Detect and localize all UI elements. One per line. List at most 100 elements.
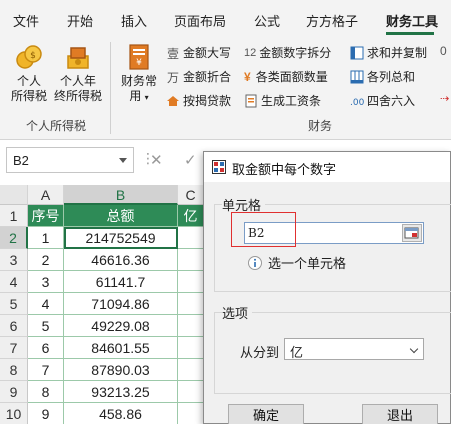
tab-insert[interactable]: 插入 xyxy=(121,11,147,30)
cancel-edit-icon[interactable]: ✕ xyxy=(150,151,163,169)
table-header-total[interactable]: 总额 xyxy=(64,205,178,227)
table-cell[interactable] xyxy=(178,381,204,403)
rounding-label: 四舍六入 xyxy=(367,94,416,108)
denomination-label: 各类面额数量 xyxy=(255,70,328,84)
table-cell[interactable] xyxy=(178,271,204,293)
sum-copy-icon xyxy=(350,46,364,59)
generate-payslip-button[interactable]: 生成工资条 xyxy=(244,92,321,109)
table-cell[interactable]: 8 xyxy=(28,381,64,403)
tab-finance-tools[interactable]: 财务工具 xyxy=(386,11,438,30)
table-cell[interactable]: 3 xyxy=(28,271,64,293)
row-header-3[interactable]: 3 xyxy=(0,249,28,271)
table-cell[interactable] xyxy=(178,293,204,315)
select-all-corner[interactable] xyxy=(0,185,28,205)
row-header-4[interactable]: 4 xyxy=(0,271,28,293)
house-icon xyxy=(167,95,179,106)
table-cell[interactable]: 9 xyxy=(28,403,64,424)
column-header-b[interactable]: B xyxy=(64,185,178,205)
table-cell[interactable]: 61141.7 xyxy=(64,271,178,293)
row-header-9[interactable]: 9 xyxy=(0,381,28,403)
table-cell[interactable] xyxy=(178,403,204,424)
row-header-10[interactable]: 10 xyxy=(0,403,28,424)
table-cell[interactable] xyxy=(178,227,204,249)
row-header-2[interactable]: 2 xyxy=(0,227,28,249)
table-cell[interactable]: 7 xyxy=(28,359,64,381)
amount-uppercase-button[interactable]: 壹 金额大写 xyxy=(166,44,231,61)
group-label-finance: 财务 xyxy=(308,119,333,133)
payslip-label: 生成工资条 xyxy=(261,94,322,108)
column-header-a[interactable]: A xyxy=(28,185,64,205)
table-cell[interactable] xyxy=(178,315,204,337)
button-label-line2: 所得税 xyxy=(10,89,47,103)
button-label-line1: 个人 xyxy=(16,74,41,88)
tab-file[interactable]: 文件 xyxy=(13,11,39,30)
table-cell[interactable]: 49229.08 xyxy=(64,315,178,337)
tab-page-layout[interactable]: 页面布局 xyxy=(174,11,226,30)
personal-income-tax-button[interactable]: $ 个人 所得税 xyxy=(8,42,50,104)
tab-fangfang[interactable]: 方方格子 xyxy=(306,11,358,30)
confirm-edit-icon[interactable]: ✓ xyxy=(184,151,197,169)
ok-button[interactable]: 确定 xyxy=(228,404,304,424)
amount-conversion-button[interactable]: 万 金额折合 xyxy=(166,68,231,85)
table-cell[interactable] xyxy=(178,337,204,359)
row-header-1[interactable]: 1 xyxy=(0,205,28,227)
tab-home[interactable]: 开始 xyxy=(67,11,93,30)
table-cell[interactable]: 71094.86 xyxy=(64,293,178,315)
name-box[interactable]: B2 xyxy=(6,147,134,173)
digits-icon: 12 xyxy=(244,46,257,59)
chevron-down-icon: ▾ xyxy=(144,93,149,102)
range-picker-button[interactable] xyxy=(402,224,422,242)
group-label-income-tax: 个人所得税 xyxy=(26,119,87,133)
table-cell[interactable]: 87890.03 xyxy=(64,359,178,381)
table-cell[interactable] xyxy=(178,359,204,381)
split-amount-digits-button[interactable]: 12 金额数字拆分 xyxy=(244,44,331,61)
conversion-icon: 万 xyxy=(167,71,179,84)
ribbon-overflow-item[interactable]: 0 xyxy=(440,44,447,58)
column-totals-label: 各列总和 xyxy=(367,70,416,84)
table-cell[interactable]: 46616.36 xyxy=(64,249,178,271)
menu-bar: 文件 开始 插入 页面布局 公式 方方格子 财务工具 xyxy=(0,0,451,36)
tab-formulas[interactable]: 公式 xyxy=(254,11,280,30)
table-cell[interactable]: 6 xyxy=(28,337,64,359)
svg-text:$: $ xyxy=(30,51,36,61)
row-header-7[interactable]: 7 xyxy=(0,337,28,359)
annual-income-tax-button[interactable]: 个人年 终所得税 xyxy=(52,42,104,104)
app-grid-icon xyxy=(212,160,226,174)
ribbon-overflow-arrow-icon[interactable]: ⇢ xyxy=(440,92,449,105)
active-cell-b2[interactable]: 214752549 xyxy=(64,227,178,249)
table-header-index[interactable]: 序号 xyxy=(28,205,64,227)
finance-common-button[interactable]: ¥ 财务常 用 ▾ xyxy=(116,42,162,105)
group-separator xyxy=(110,42,111,134)
button-label-line2: 终所得税 xyxy=(53,89,102,103)
denomination-count-button[interactable]: ¥ 各类面额数量 xyxy=(244,68,328,85)
table-cell[interactable]: 5 xyxy=(28,315,64,337)
column-header-c[interactable]: C xyxy=(178,185,204,205)
svg-text:.00: .00 xyxy=(350,98,364,108)
dialog-title-bar[interactable]: 取金额中每个数字 xyxy=(204,152,450,182)
row-header-5[interactable]: 5 xyxy=(0,293,28,315)
rounding-icon: .00 xyxy=(350,98,364,108)
table-cell[interactable] xyxy=(178,249,204,271)
table-cell[interactable]: 93213.25 xyxy=(64,381,178,403)
table-header-yi[interactable]: 亿 xyxy=(178,205,204,227)
column-totals-button[interactable]: 各列总和 xyxy=(350,68,415,85)
table-cell[interactable]: 2 xyxy=(28,249,64,271)
round-half-even-button[interactable]: .00 四舍六入 xyxy=(350,92,415,109)
row-header-6[interactable]: 6 xyxy=(0,315,28,337)
table-cell[interactable]: 458.86 xyxy=(64,403,178,424)
table-cell[interactable]: 1 xyxy=(28,227,64,249)
range-select-icon xyxy=(404,227,419,239)
sum-and-copy-button[interactable]: 求和并复制 xyxy=(350,44,427,61)
unit-select[interactable]: 亿 xyxy=(284,338,424,360)
mortgage-label: 按揭贷款 xyxy=(183,94,232,108)
table-cell[interactable]: 84601.55 xyxy=(64,337,178,359)
mortgage-button[interactable]: 按揭贷款 xyxy=(166,92,231,109)
ribbon: $ 个人 所得税 个人年 终所得税 个人所得税 ¥ 财务常 用 ▾ 壹 金额大写… xyxy=(0,36,451,140)
svg-text:万: 万 xyxy=(167,71,179,84)
active-tab-indicator xyxy=(386,32,434,35)
row-header-8[interactable]: 8 xyxy=(0,359,28,381)
exit-button[interactable]: 退出 xyxy=(362,404,438,424)
table-cell[interactable]: 4 xyxy=(28,293,64,315)
extract-digits-dialog: 取金额中每个数字 单元格 B2 选一个单元格 选项 从分到 亿 确定 退出 xyxy=(203,151,451,424)
split-digits-label: 金额数字拆分 xyxy=(259,46,332,60)
